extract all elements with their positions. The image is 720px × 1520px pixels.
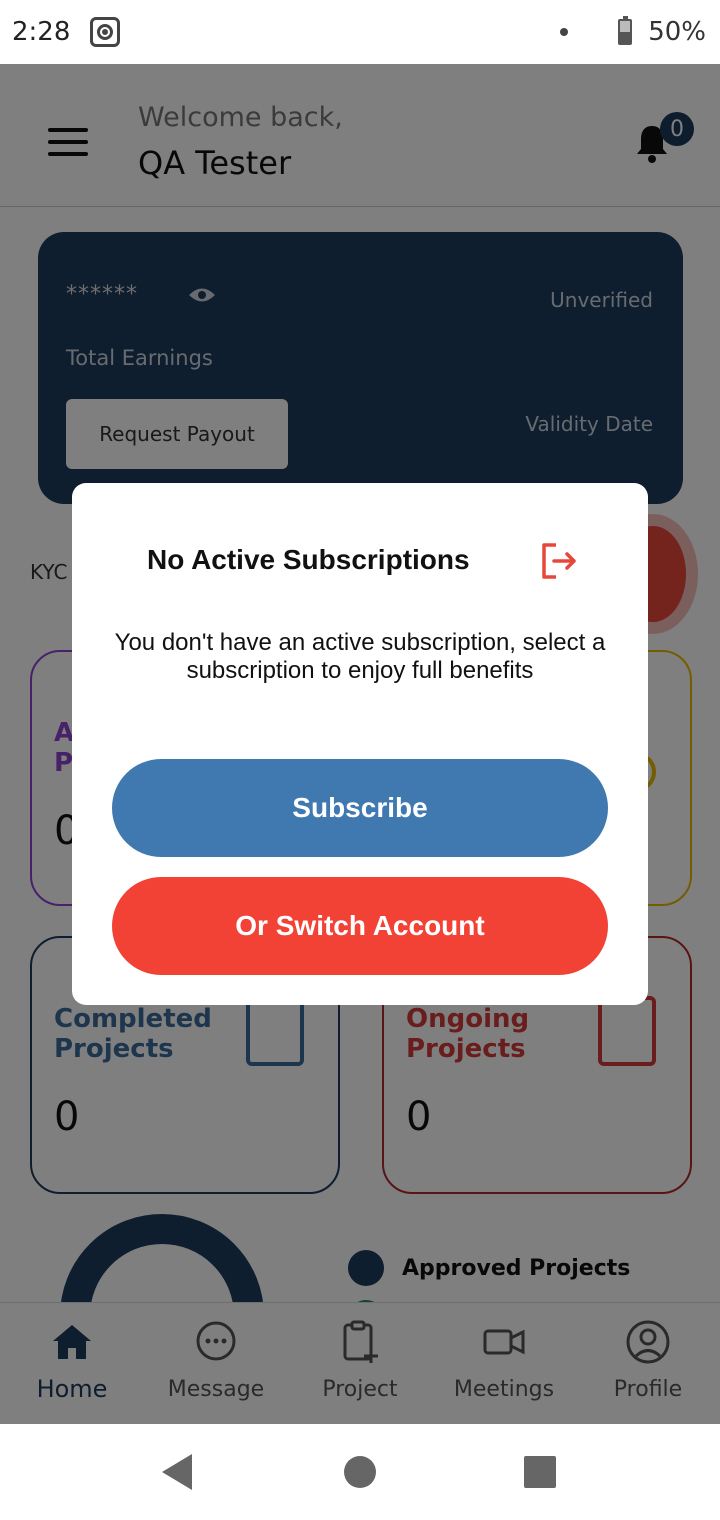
notification-dot-icon (560, 28, 569, 36)
logout-icon[interactable] (538, 539, 582, 583)
subscribe-button[interactable]: Subscribe (112, 759, 608, 857)
battery-icon (618, 16, 633, 45)
status-time: 2:28 (12, 17, 71, 47)
recents-icon[interactable] (524, 1456, 556, 1488)
battery-percent: 50% (648, 17, 706, 47)
switch-account-button[interactable]: Or Switch Account (112, 877, 608, 975)
screen-record-icon (90, 17, 121, 47)
home-button-icon[interactable] (344, 1456, 376, 1488)
system-navigation-bar (0, 1424, 720, 1520)
dialog-title: No Active Subscriptions (147, 544, 470, 575)
status-bar: 2:28 50% (0, 0, 720, 64)
subscription-dialog: No Active Subscriptions You don't have a… (72, 483, 648, 1005)
back-icon[interactable] (162, 1454, 192, 1490)
dialog-message: You don't have an active subscription, s… (114, 629, 606, 684)
